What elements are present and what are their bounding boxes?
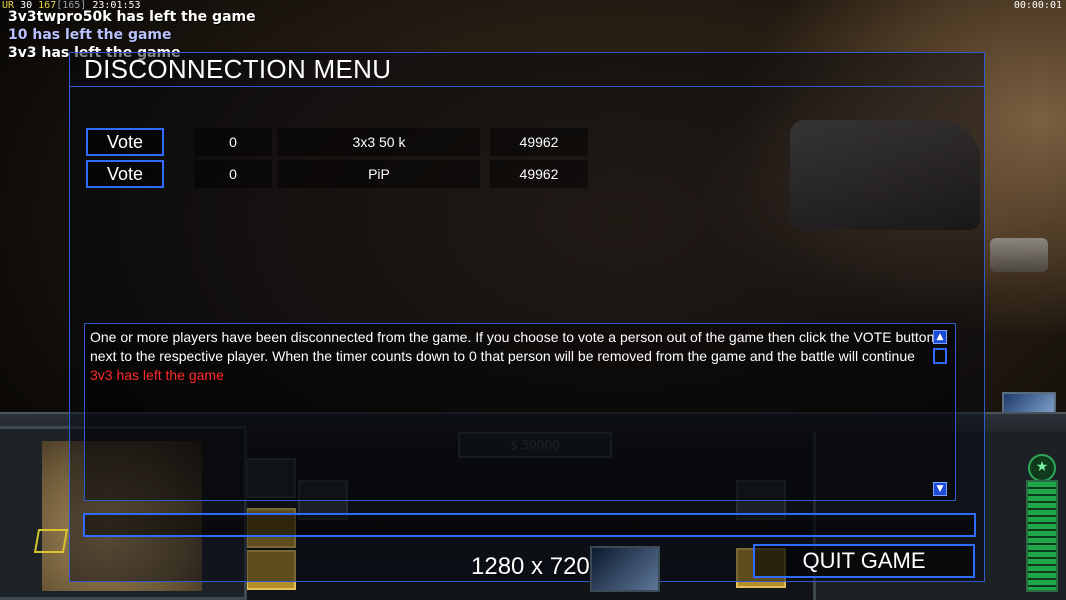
player-name: PiP xyxy=(278,160,480,188)
feed-message: 3v3twpro50k has left the game xyxy=(8,9,256,25)
radar-view-marker xyxy=(33,529,69,553)
message-log-text: One or more players have been disconnect… xyxy=(90,328,942,385)
feed-message: 10 has left the game xyxy=(8,27,172,43)
power-meter xyxy=(1026,480,1058,592)
vote-button[interactable]: Vote xyxy=(86,128,164,156)
disconnect-instructions: One or more players have been disconnect… xyxy=(90,329,935,364)
vote-button[interactable]: Vote xyxy=(86,160,164,188)
alert-message: 3v3 has left the game xyxy=(90,367,224,383)
chat-input[interactable] xyxy=(83,513,976,537)
resolution-label: 1280 x 720 xyxy=(471,553,590,580)
scroll-down-icon[interactable]: ▼ xyxy=(933,482,947,496)
star-emblem-icon: ★ xyxy=(1028,454,1056,482)
player-cash: 49962 xyxy=(490,160,588,188)
player-cash: 49962 xyxy=(490,128,588,156)
player-slot: 0 xyxy=(194,128,272,156)
message-log: One or more players have been disconnect… xyxy=(84,323,956,501)
dialog-title: DISCONNECTION MENU xyxy=(84,54,392,84)
game-timer: 00:00:01 xyxy=(1013,0,1062,11)
message-scrollbar[interactable]: ▲ ▼ xyxy=(933,330,947,496)
scroll-thumb[interactable] xyxy=(933,348,947,364)
unit-portrait xyxy=(590,546,660,592)
title-divider xyxy=(70,86,984,87)
player-name: 3x3 50 k xyxy=(278,128,480,156)
quit-game-button[interactable]: QUIT GAME xyxy=(753,544,975,578)
vehicle-unit xyxy=(990,238,1048,272)
scroll-up-icon[interactable]: ▲ xyxy=(933,330,947,344)
disconnection-dialog: DISCONNECTION MENU Vote 0 3x3 50 k 49962… xyxy=(69,52,985,582)
player-slot: 0 xyxy=(194,160,272,188)
